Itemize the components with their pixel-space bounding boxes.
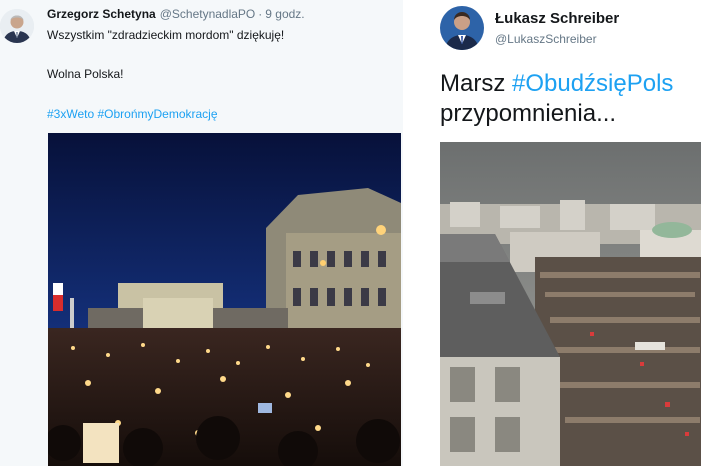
author-handle[interactable]: @SchetynadlaPO bbox=[160, 7, 256, 21]
author-name[interactable]: Łukasz Schreiber bbox=[495, 10, 619, 27]
avatar[interactable] bbox=[0, 9, 34, 43]
hashtag-link[interactable]: #ObrońmyDemokrację bbox=[97, 107, 217, 121]
tweet-text-line: Wolna Polska! bbox=[47, 67, 124, 81]
tweet-photo-night-protest[interactable] bbox=[48, 133, 401, 466]
panel-divider bbox=[403, 0, 413, 466]
tweet-text-line: Marsz #ObudźsięPols bbox=[440, 70, 673, 98]
author-handle[interactable]: @LukaszSchreiber bbox=[495, 32, 597, 46]
tweet-text-prefix: Marsz bbox=[440, 70, 512, 97]
tweet-timestamp[interactable]: 9 godz. bbox=[265, 7, 304, 21]
header-separator: · bbox=[258, 7, 263, 21]
tweet-card-schetyna: Grzegorz Schetyna @SchetynadlaPO · 9 godz. … bbox=[0, 0, 403, 466]
hashtag-link[interactable]: #3xWeto bbox=[47, 107, 94, 121]
hashtag-link[interactable]: #ObudźsięPols bbox=[512, 70, 673, 97]
author-name[interactable]: Grzegorz Schetyna bbox=[47, 7, 156, 21]
avatar[interactable] bbox=[440, 6, 484, 50]
tweet-header: Grzegorz Schetyna @SchetynadlaPO · 9 godz. bbox=[47, 7, 305, 21]
hashtag-row: #3xWeto #ObrońmyDemokrację bbox=[47, 107, 218, 121]
tweet-photo-aerial-march[interactable] bbox=[440, 142, 701, 466]
tweet-card-schreiber: Łukasz Schreiber @LukaszSchreiber Marsz … bbox=[413, 0, 701, 466]
tweet-text-line: Wszystkim "zdradzieckim mordom" dziękuję… bbox=[47, 28, 285, 42]
tweet-text-line: przypomnienia... bbox=[440, 100, 617, 127]
